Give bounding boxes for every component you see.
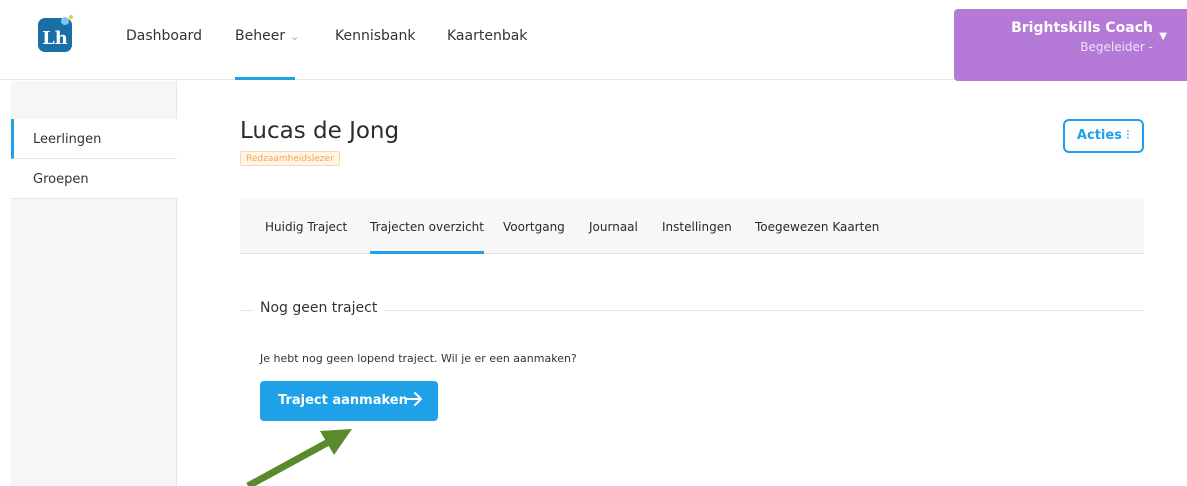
empty-state-message: Je hebt nog geen lopend traject. Wil je …	[260, 352, 577, 365]
student-badge: Redzaamheidslezer	[240, 151, 340, 166]
sidebar-item-label: Leerlingen	[33, 132, 102, 147]
arrow-right-icon	[404, 389, 424, 413]
tab-label: Toegewezen Kaarten	[755, 220, 880, 234]
fieldset-border-right	[385, 310, 1144, 311]
create-traject-button-label: Traject aanmaken	[278, 393, 408, 408]
create-traject-button[interactable]: Traject aanmaken	[260, 381, 438, 421]
tab-journaal[interactable]: Journaal	[589, 220, 638, 253]
sidebar-item-leerlingen[interactable]: Leerlingen	[11, 119, 177, 159]
nav-beheer-label: Beheer	[235, 28, 286, 44]
actions-button-label: Acties	[1076, 128, 1122, 143]
sidebar-item-groepen[interactable]: Groepen	[11, 159, 177, 199]
chevron-down-icon: ⌄	[290, 30, 300, 43]
tab-voortgang[interactable]: Voortgang	[503, 220, 565, 253]
vertical-dots-icon: ⁝	[1125, 128, 1131, 143]
tab-label: Journaal	[589, 220, 638, 234]
annotation-arrow-icon	[246, 429, 352, 486]
user-name: Brightskills Coach	[1011, 20, 1153, 36]
fieldset-legend: Nog geen traject	[260, 300, 378, 316]
tab-trajecten-overzicht[interactable]: Trajecten overzicht	[370, 220, 484, 254]
nav-kaartenbak[interactable]: Kaartenbak	[447, 28, 527, 80]
tab-instellingen[interactable]: Instellingen	[662, 220, 732, 253]
tab-label: Instellingen	[662, 220, 732, 234]
sidebar-item-label: Groepen	[33, 172, 89, 187]
tab-huidig-traject[interactable]: Huidig Traject	[265, 220, 347, 253]
nav-dashboard-label: Dashboard	[126, 28, 202, 44]
tab-label: Voortgang	[503, 220, 565, 234]
top-navigation: Lh Dashboard Beheer ⌄ Kennisbank Kaartenb…	[0, 0, 1187, 81]
nav-kaartenbak-label: Kaartenbak	[447, 28, 528, 44]
caret-down-icon: ▼	[1159, 31, 1167, 42]
tab-bar: Huidig Traject Trajecten overzicht Voort…	[240, 198, 1144, 254]
sidebar: Leerlingen Groepen	[11, 81, 177, 486]
nav-beheer[interactable]: Beheer ⌄	[235, 28, 299, 80]
nav-kennisbank[interactable]: Kennisbank	[335, 28, 415, 80]
app-logo[interactable]: Lh	[36, 14, 76, 54]
tab-label: Trajecten overzicht	[370, 220, 484, 234]
tab-label: Huidig Traject	[265, 220, 348, 234]
user-menu[interactable]: Brightskills Coach Begeleider - ▼	[954, 9, 1187, 81]
actions-button[interactable]: Acties ⁝	[1063, 119, 1144, 153]
user-role: Begeleider -	[1080, 40, 1153, 54]
student-name: Lucas de Jong	[240, 118, 400, 144]
tab-toegewezen-kaarten[interactable]: Toegewezen Kaarten	[755, 220, 879, 253]
fieldset-border-left	[240, 310, 254, 311]
nav-kennisbank-label: Kennisbank	[335, 28, 416, 44]
logo-text: Lh	[42, 28, 68, 49]
nav-dashboard[interactable]: Dashboard	[126, 28, 202, 80]
